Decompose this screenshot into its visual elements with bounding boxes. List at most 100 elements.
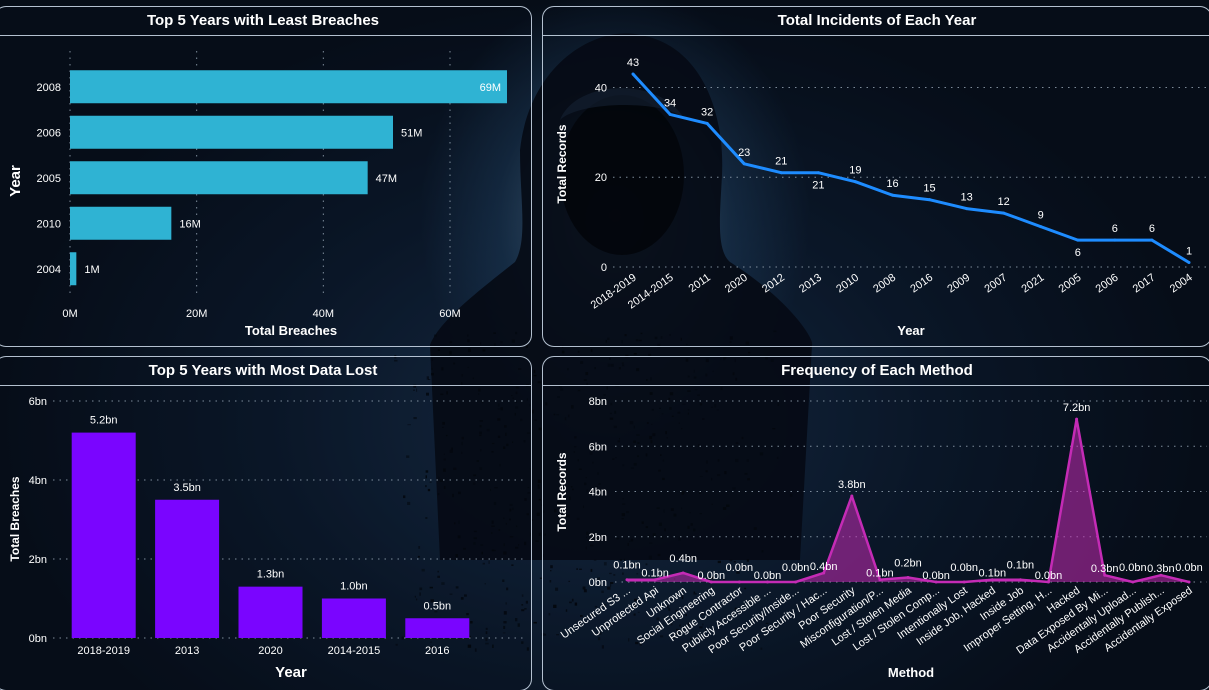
x-tick-label: 2006 xyxy=(1094,272,1121,296)
data-label: 16M xyxy=(179,218,200,230)
x-tick-label: 2013 xyxy=(175,645,199,657)
data-label: 0.1bn xyxy=(979,568,1007,580)
y-tick-label: 20 xyxy=(595,172,607,184)
data-label: 1.3bn xyxy=(257,569,285,581)
data-label: 0.0bn xyxy=(950,562,978,574)
data-point xyxy=(928,198,932,202)
data-point xyxy=(1187,580,1191,584)
x-axis-title: Year xyxy=(275,664,307,681)
x-tick-label: 2017 xyxy=(1131,272,1158,296)
data-point xyxy=(1018,578,1022,582)
data-label: 32 xyxy=(701,106,713,118)
data-point xyxy=(850,494,854,498)
data-label: 51M xyxy=(401,127,422,139)
x-tick-label: 2007 xyxy=(982,272,1009,296)
x-tick-label: 2009 xyxy=(945,272,972,296)
x-axis-title: Total Breaches xyxy=(245,323,337,338)
data-label: 23 xyxy=(738,147,750,159)
x-tick-label: 2013 xyxy=(797,272,824,296)
y-tick-label: 6bn xyxy=(29,396,47,408)
data-label: 6 xyxy=(1112,223,1118,235)
data-label: 69M xyxy=(480,82,501,94)
x-tick-label: 0M xyxy=(62,308,77,320)
data-point xyxy=(631,72,635,76)
incidents-panel: Total Incidents of Each Year 0 20 40 43 2018… xyxy=(542,6,1209,347)
dashboard: Top 5 Years with Least Breaches 0M 20M 40M… xyxy=(0,0,1209,690)
y-tick-label: 6bn xyxy=(589,441,607,453)
most-data-lost-chart: 0bn 2bn 4bn 6bn 5.2bn 2018-2019 3.5bn 2013 1.3bn… xyxy=(8,396,525,681)
data-label: 0.5bn xyxy=(424,600,452,612)
data-label: 0.4bn xyxy=(810,561,838,573)
data-point xyxy=(962,580,966,584)
bar xyxy=(70,252,77,286)
data-point xyxy=(1131,580,1135,584)
least-breaches-chart: 0M 20M 40M 60M 2008 69M 2006 51M 2005 47M 2010 16M 2… xyxy=(7,51,507,338)
x-axis-title: Method xyxy=(888,665,934,680)
data-label: 6 xyxy=(1149,223,1155,235)
x-tick-label: 2021 xyxy=(1020,272,1047,296)
x-axis-title: Year xyxy=(897,323,924,338)
y-tick-label: 0bn xyxy=(29,633,47,645)
data-label: 19 xyxy=(849,165,861,177)
data-label: 0.1bn xyxy=(641,568,669,580)
data-point xyxy=(1039,225,1043,229)
y-axis-title: Year xyxy=(7,165,24,197)
y-tick-label: 4bn xyxy=(589,487,607,499)
x-tick-label: 2008 xyxy=(871,272,898,296)
data-label: 0.3bn xyxy=(1147,563,1175,575)
methods-chart: 0bn2bn4bn6bn8bn0.1bnUnsecured S3 ...0.1b… xyxy=(555,396,1207,680)
x-tick-label: 2020 xyxy=(723,272,750,296)
data-label: 3.5bn xyxy=(173,482,201,494)
y-tick-label: 0bn xyxy=(589,577,607,589)
data-label: 9 xyxy=(1038,210,1044,222)
data-point xyxy=(1076,238,1080,242)
y-tick-label: 2bn xyxy=(589,532,607,544)
x-tick-label: 2012 xyxy=(760,272,787,296)
data-point xyxy=(853,180,857,184)
data-label: 13 xyxy=(960,192,972,204)
bar xyxy=(70,115,393,149)
x-tick-label: 2018-2019 xyxy=(77,645,130,657)
data-point xyxy=(737,580,741,584)
methods-panel: Frequency of Each Method 0bn 2bn 4bn 6bn 8bn… xyxy=(542,356,1209,690)
data-label: 0.0bn xyxy=(754,570,782,582)
data-label: 21 xyxy=(775,156,787,168)
data-point xyxy=(1075,417,1079,421)
x-tick-label: 2010 xyxy=(834,272,861,296)
x-tick-label: 40M xyxy=(313,308,334,320)
y-tick-label: 2004 xyxy=(37,264,61,276)
data-label: 0.0bn xyxy=(698,570,726,582)
data-label: 0.0bn xyxy=(1035,570,1063,582)
data-label: 0.0bn xyxy=(726,562,754,574)
bar xyxy=(405,618,470,638)
y-tick-label: 2bn xyxy=(29,554,47,566)
x-tick-label: 2004 xyxy=(1168,272,1195,296)
x-tick-label: 2011 xyxy=(687,272,713,295)
data-label: 0.1bn xyxy=(613,560,641,572)
data-label: 0.2bn xyxy=(894,557,922,569)
y-tick-label: 2005 xyxy=(37,173,61,185)
data-point xyxy=(1187,261,1191,265)
data-label: 0.3bn xyxy=(1091,563,1119,575)
bar xyxy=(70,70,507,104)
data-point xyxy=(1113,238,1117,242)
y-tick-label: 40 xyxy=(595,82,607,94)
x-tick-label: 60M xyxy=(439,308,460,320)
incidents-chart: 02040432018-2019342014-20153220112320202… xyxy=(555,57,1207,338)
data-label: 0.0bn xyxy=(1175,562,1203,574)
data-label: 1M xyxy=(84,264,99,276)
y-tick-label: 2008 xyxy=(37,82,61,94)
data-label: 0.0bn xyxy=(922,570,950,582)
data-point xyxy=(779,171,783,175)
data-point xyxy=(965,207,969,211)
y-tick-label: 2006 xyxy=(37,127,61,139)
data-point xyxy=(816,171,820,175)
y-axis-title: Total Records xyxy=(555,452,569,531)
data-label: 0.0bn xyxy=(1119,562,1147,574)
most-data-lost-panel: Top 5 Years with Most Data Lost 0bn 2bn 4b… xyxy=(0,356,532,690)
data-label: 15 xyxy=(923,183,935,195)
x-tick-label: 20M xyxy=(186,308,207,320)
data-label: 0.1bn xyxy=(866,568,894,580)
data-label: 0.1bn xyxy=(1007,560,1035,572)
data-point xyxy=(705,121,709,125)
